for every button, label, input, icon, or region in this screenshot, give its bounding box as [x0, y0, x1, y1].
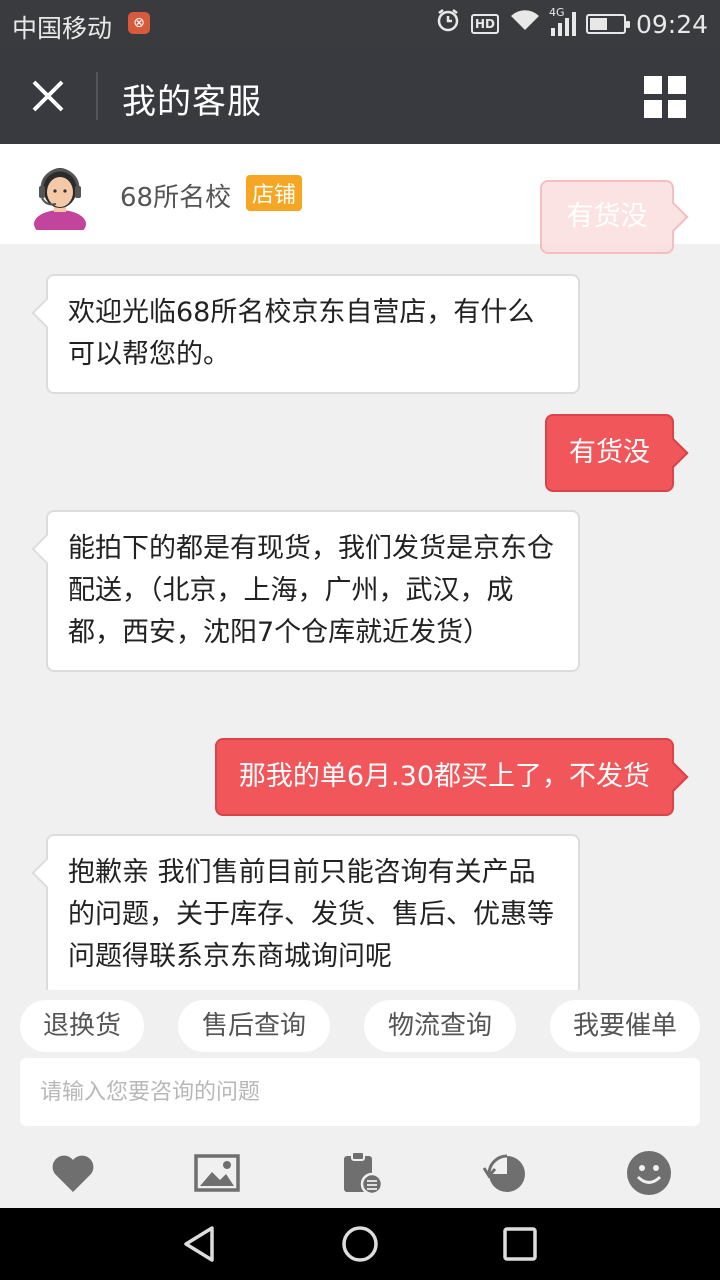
heart-icon[interactable]: [48, 1148, 98, 1198]
network-type-label: 4G: [548, 6, 565, 19]
ghost-message-bubble: 有货没: [540, 180, 674, 254]
quick-reply-logistics[interactable]: 物流查询: [364, 1000, 516, 1052]
title-bar: 我的客服: [0, 48, 720, 144]
quick-reply-after-sales[interactable]: 售后查询: [178, 1000, 330, 1052]
recents-icon[interactable]: [500, 1224, 540, 1264]
quick-reply-return[interactable]: 退换货: [20, 1000, 144, 1052]
quick-reply-bar: 退换货 售后查询 物流查询 我要催单: [0, 990, 720, 1056]
message-bubble-received: 能拍下的都是有现货，我们发货是京东仓配送，（北京，上海，广州，武汉，成都，西安，…: [46, 510, 580, 672]
close-icon[interactable]: [28, 72, 68, 120]
wifi-icon: [509, 8, 541, 40]
cell-signal-icon: 4G: [549, 6, 576, 36]
back-icon[interactable]: [180, 1224, 220, 1264]
message-bubble-received: 欢迎光临68所名校京东自营店，有什么可以帮您的。: [46, 274, 580, 394]
battery-fill: [589, 18, 607, 30]
quick-reply-urge-order[interactable]: 我要催单: [550, 1000, 700, 1052]
clock: 09:24: [635, 9, 708, 39]
customer-service-avatar: [34, 168, 86, 230]
chat-toolbar: [0, 1138, 720, 1208]
carrier-label: 中国移动: [12, 14, 113, 43]
history-icon[interactable]: [480, 1148, 530, 1198]
title-divider: [96, 72, 98, 120]
hd-icon: HD: [470, 14, 499, 34]
message-bubble-sent: 那我的单6月.30都买上了，不发货: [214, 738, 674, 816]
system-nav-bar: [0, 1208, 720, 1280]
message-bubble-sent: 有货没: [545, 414, 674, 492]
image-icon[interactable]: [192, 1148, 242, 1198]
battery-icon: [585, 14, 630, 34]
shop-name: 68所名校: [120, 183, 232, 213]
home-icon[interactable]: [340, 1224, 380, 1264]
message-input[interactable]: [20, 1058, 700, 1126]
page-title: 我的客服: [122, 82, 262, 122]
alarm-icon: [435, 7, 461, 41]
message-bubble-received: 抱歉亲 我们售前目前只能咨询有关产品的问题，关于库存、发货、售后、优惠等问题得联…: [46, 834, 580, 990]
shop-badge[interactable]: 店铺: [246, 175, 303, 211]
status-bar: 中国移动 ⊗ HD 4G 09:24: [0, 0, 720, 48]
notification-app-icon: ⊗: [128, 12, 150, 34]
grid-menu-icon[interactable]: [644, 76, 686, 118]
chat-area[interactable]: 欢迎光临68所名校京东自营店，有什么可以帮您的。 有货没 能拍下的都是有现货，我…: [0, 244, 720, 990]
order-clipboard-icon[interactable]: [336, 1148, 386, 1198]
emoji-icon[interactable]: [624, 1148, 674, 1198]
